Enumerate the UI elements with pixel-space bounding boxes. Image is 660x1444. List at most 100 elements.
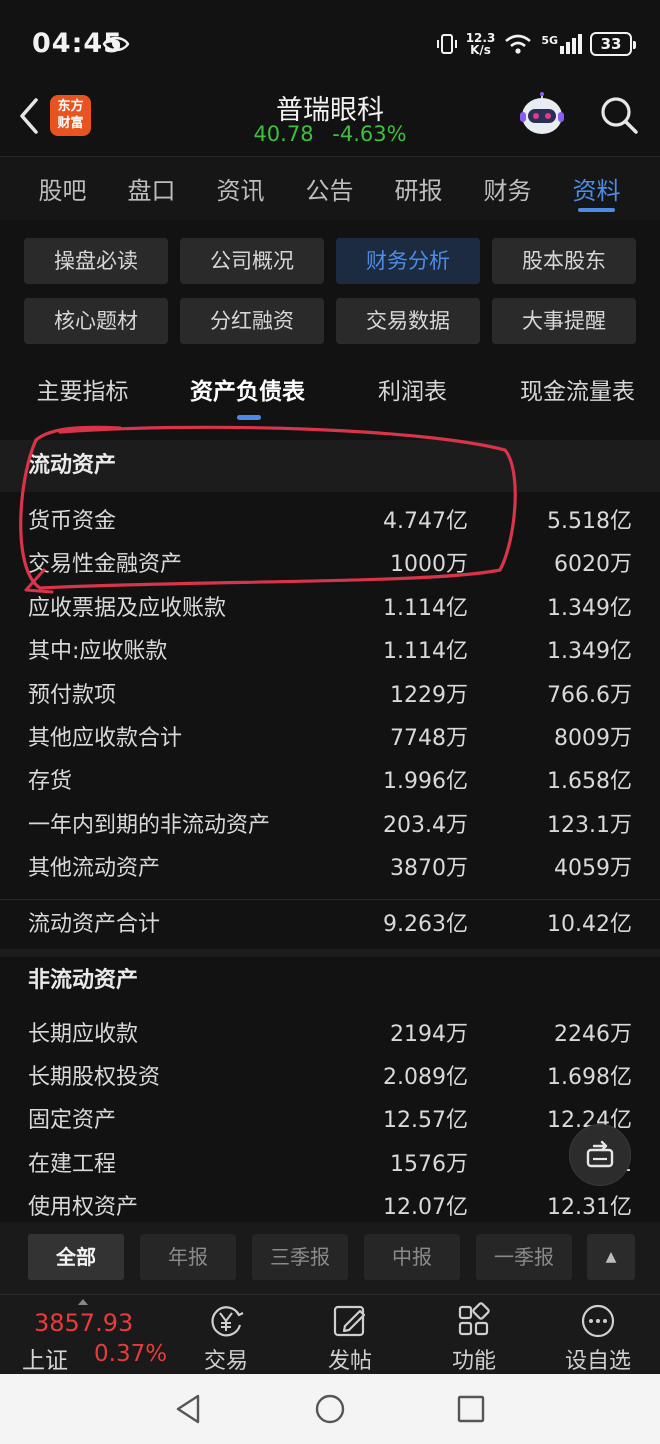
signal-bar-icon [578,34,582,54]
tab-research[interactable]: 研报 [374,157,463,220]
net-speed: 12.3 K/s [466,32,496,56]
balance-sheet-table: 流动资产 货币资金 4.747亿 5.518亿 交易性金融资产 1000万 60… [0,440,660,1220]
row-value-current: 3870万 [390,856,468,882]
system-home-icon[interactable] [313,1392,347,1426]
floating-export-button[interactable] [569,1124,631,1186]
section-dividends-button[interactable]: 分红融资 [180,298,324,344]
row-label: 一年内到期的非流动资产 [28,812,271,838]
period-annual-button[interactable]: 年报 [140,1234,236,1280]
nav-post-label: 发帖 [327,1349,372,1374]
more-dots-icon [581,1304,615,1338]
section-core-themes-button[interactable]: 核心题材 [24,298,168,344]
table-row: 其他流动资产 3870万 4059万 [0,847,660,890]
row-label: 长期应收款 [28,1021,139,1047]
stock-price: 40.78 [253,122,314,146]
tab-profile[interactable]: 资料 [552,157,641,220]
current-assets-total-row: 流动资产合计 9.263亿 10.42亿 [0,898,660,949]
section-shareholders-button[interactable]: 股本股东 [492,238,636,284]
section-company-overview-button[interactable]: 公司概况 [180,238,324,284]
row-value-current: 1000万 [390,552,468,578]
tab-guba[interactable]: 股吧 [18,157,107,220]
signal-bar-icon [560,46,564,54]
section-financial-analysis-button[interactable]: 财务分析 [336,238,480,284]
battery-icon: 33 [590,32,636,56]
tab-finance[interactable]: 财务 [463,157,552,220]
bottom-navigation: 3857.93 上证 0.37% 交易 发帖 功能 设自选 [0,1294,660,1374]
eye-icon [102,36,130,52]
search-icon[interactable] [598,94,640,136]
tab-news[interactable]: 资讯 [196,157,285,220]
status-bar: 04:45 12.3 K/s 5G 33 [0,0,660,88]
ai-robot-icon[interactable] [515,92,569,140]
noncurrent-assets-header: 非流动资产 [0,948,660,1005]
expand-caret-icon[interactable] [78,1299,88,1305]
row-label: 使用权资产 [28,1195,139,1220]
row-label: 交易性金融资产 [28,552,183,578]
tab-key-indicators[interactable]: 主要指标 [0,366,165,420]
row-label: 货币资金 [28,509,117,534]
system-recents-icon[interactable] [454,1392,488,1426]
nav-functions-button[interactable]: 功能 [434,1301,514,1375]
nav-post-button[interactable]: 发帖 [310,1301,390,1375]
row-label: 固定资产 [28,1108,117,1134]
row-value-prior: 766.6万 [547,682,632,708]
index-name[interactable]: 上证 [22,1341,68,1375]
period-q1-button[interactable]: 一季报 [476,1234,572,1280]
table-row: 货币资金 4.747亿 5.518亿 [0,500,660,543]
system-navigation-bar [0,1374,660,1444]
period-q3-button[interactable]: 三季报 [252,1234,348,1280]
index-change[interactable]: 0.37% [94,1341,167,1367]
battery-level: 33 [600,35,622,53]
table-row: 使用权资产 12.07亿 12.31亿 [0,1186,660,1220]
table-row: 存货 1.996亿 1.658亿 [0,760,660,803]
row-value-prior: 1.698亿 [547,1064,632,1090]
row-label: 预付款项 [28,682,117,708]
row-value-current: 9.263亿 [383,911,468,937]
table-row: 一年内到期的非流动资产 203.4万 123.1万 [0,804,660,847]
row-value-prior: 1.349亿 [547,639,632,665]
section-events-button[interactable]: 大事提醒 [492,298,636,344]
row-value-current: 2194万 [390,1021,468,1047]
index-value[interactable]: 3857.93 [34,1309,133,1337]
tab-pankou[interactable]: 盘口 [107,157,196,220]
stock-header: 东方 财富 普瑞眼科 40.78 -4.63% [0,88,660,154]
nav-functions-label: 功能 [451,1349,496,1374]
net-speed-unit: K/s [470,43,491,57]
period-all-button[interactable]: 全部 [28,1234,124,1280]
table-row: 在建工程 1576万 1 [0,1143,660,1186]
wifi-icon [505,34,532,54]
row-label: 应收票据及应收账款 [28,595,227,621]
tab-income-statement[interactable]: 利润表 [330,366,495,420]
row-value-current: 1.996亿 [383,769,468,795]
row-value-prior: 4059万 [554,856,632,882]
row-value-current: 1229万 [390,682,468,708]
main-tab-bar: 股吧 盘口 资讯 公告 研报 财务 资料 [0,156,660,220]
period-half-year-button[interactable]: 中报 [364,1234,460,1280]
table-row: 其中:应收账款 1.114亿 1.349亿 [0,630,660,673]
row-value-prior: 12.31亿 [547,1195,632,1220]
nav-trade-button[interactable]: 交易 [186,1301,266,1375]
row-value-current: 203.4万 [383,812,468,838]
status-icons: 12.3 K/s 5G 33 [436,28,636,60]
compose-icon [333,1305,366,1337]
row-label: 长期股权投资 [28,1064,161,1090]
table-row: 应收票据及应收账款 1.114亿 1.349亿 [0,587,660,630]
tab-cash-flow[interactable]: 现金流量表 [495,366,660,420]
row-value-current: 1.114亿 [383,639,468,665]
section-trading-essentials-button[interactable]: 操盘必读 [24,238,168,284]
nav-add-watchlist-label: 设自选 [564,1349,631,1374]
section-trading-data-button[interactable]: 交易数据 [336,298,480,344]
tab-announcements[interactable]: 公告 [285,157,374,220]
current-assets-header: 流动资产 [0,440,660,492]
report-period-filter: 全部 年报 三季报 中报 一季报 ▲ [0,1222,660,1294]
tab-balance-sheet[interactable]: 资产负债表 [165,366,330,420]
row-value-prior: 8009万 [554,725,632,751]
row-value-current: 4.747亿 [383,509,468,534]
row-value-current: 12.07亿 [383,1195,468,1220]
scroll-to-top-button[interactable]: ▲ [587,1234,635,1280]
nav-add-watchlist-button[interactable]: 设自选 [558,1301,638,1375]
row-label: 在建工程 [28,1151,117,1177]
row-value-current: 12.57亿 [383,1108,468,1134]
system-back-icon[interactable] [172,1392,206,1426]
row-label: 流动资产合计 [28,911,161,937]
